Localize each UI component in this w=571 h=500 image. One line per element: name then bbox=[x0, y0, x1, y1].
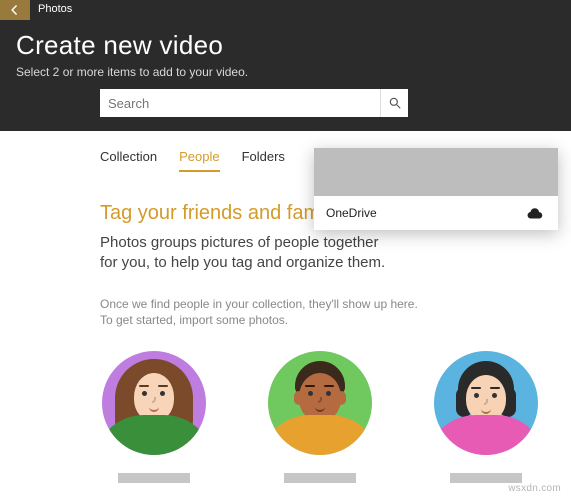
people-description: Photos groups pictures of people togethe… bbox=[100, 233, 400, 274]
people-placeholders bbox=[102, 351, 541, 483]
people-hint-line2: To get started, import some photos. bbox=[100, 312, 430, 329]
page-header: Create new video Select 2 or more items … bbox=[0, 20, 571, 131]
tab-folders[interactable]: Folders bbox=[242, 149, 285, 172]
back-button[interactable] bbox=[0, 0, 30, 20]
dropdown-preview bbox=[314, 148, 558, 196]
name-placeholder bbox=[450, 473, 522, 483]
dropdown-item-label: OneDrive bbox=[326, 206, 377, 220]
name-placeholder bbox=[118, 473, 190, 483]
search-box[interactable] bbox=[100, 89, 380, 117]
name-placeholder bbox=[284, 473, 356, 483]
search-button[interactable] bbox=[380, 89, 408, 117]
tab-people[interactable]: People bbox=[179, 149, 219, 172]
avatar bbox=[102, 351, 206, 455]
tab-collection[interactable]: Collection bbox=[100, 149, 157, 172]
watermark: wsxdn.com bbox=[508, 483, 561, 494]
page-title: Create new video bbox=[16, 30, 555, 61]
avatar bbox=[434, 351, 538, 455]
cloud-icon bbox=[526, 207, 546, 220]
source-dropdown[interactable]: OneDrive bbox=[314, 148, 558, 230]
person-placeholder bbox=[102, 351, 206, 483]
dropdown-item-onedrive[interactable]: OneDrive bbox=[314, 196, 558, 230]
arrow-left-icon bbox=[8, 3, 22, 17]
page-subtitle: Select 2 or more items to add to your vi… bbox=[16, 65, 555, 79]
person-placeholder bbox=[268, 351, 372, 483]
title-bar: Photos bbox=[0, 0, 571, 20]
app-title: Photos bbox=[30, 0, 80, 20]
search-input[interactable] bbox=[108, 96, 372, 111]
people-hint: Once we find people in your collection, … bbox=[100, 296, 430, 330]
person-placeholder bbox=[434, 351, 538, 483]
people-hint-line1: Once we find people in your collection, … bbox=[100, 296, 430, 313]
avatar bbox=[268, 351, 372, 455]
search-icon bbox=[388, 96, 402, 110]
search-row bbox=[100, 89, 555, 117]
